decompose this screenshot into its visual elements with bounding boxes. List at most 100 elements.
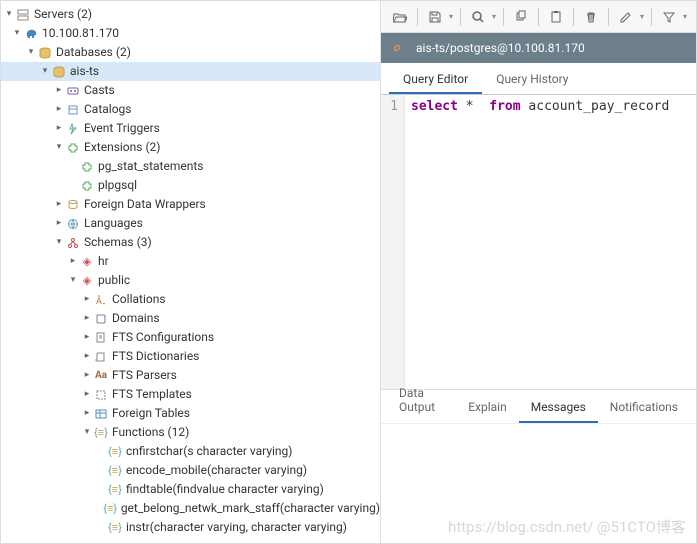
code-area[interactable]: select * from account_pay_record <box>405 95 696 389</box>
chevron-down-icon: ▾ <box>11 24 23 43</box>
tree-label: Foreign Tables <box>112 404 190 423</box>
edit-button[interactable] <box>613 5 639 29</box>
connection-bar[interactable]: ais-ts/postgres@10.100.81.170 <box>381 33 696 63</box>
filter-button[interactable] <box>656 5 682 29</box>
chevron-right-icon: ▸ <box>81 309 93 328</box>
tree-node-server[interactable]: ▾ 10.100.81.170 <box>1 24 380 43</box>
tree-node-ext-item[interactable]: pg_stat_statements <box>1 157 380 176</box>
find-dropdown[interactable]: ▾ <box>489 5 499 29</box>
code-text: * <box>458 99 481 114</box>
tree-node-db[interactable]: ▾ ais-ts <box>1 62 380 81</box>
tree-node-databases[interactable]: ▾ Databases (2) <box>1 43 380 62</box>
save-button[interactable] <box>422 5 448 29</box>
database-icon <box>37 45 53 61</box>
chevron-down-icon: ▾ <box>53 233 65 252</box>
chevron-right-icon: ▸ <box>81 290 93 309</box>
delete-button[interactable] <box>578 5 604 29</box>
schemas-icon <box>65 235 81 251</box>
tree-label: plpgsql <box>98 176 137 195</box>
tab-data-output[interactable]: Data Output <box>387 378 456 423</box>
tree-label: Casts <box>84 81 115 100</box>
tree-node-languages[interactable]: ▸ Languages <box>1 214 380 233</box>
filter-dropdown[interactable]: ▾ <box>680 5 690 29</box>
chevron-right-icon: ▸ <box>53 119 65 138</box>
tree-node-function-item[interactable]: {≡} get_belong_netwk_mark_staff(characte… <box>1 499 380 518</box>
tab-query-editor[interactable]: Query Editor <box>389 65 482 94</box>
extension-icon <box>79 178 95 194</box>
tree-node-function-item[interactable]: {≡} encode_mobile(character varying) <box>1 461 380 480</box>
function-icon: {≡} <box>107 463 123 479</box>
tree-node-function-item[interactable]: {≡} instr(character varying, character v… <box>1 518 380 537</box>
chevron-right-icon: ▸ <box>53 195 65 214</box>
chevron-right-icon: ▸ <box>81 385 93 404</box>
open-file-button[interactable] <box>387 5 413 29</box>
tree-label: ais-ts <box>70 62 99 81</box>
tree-node-fts-templates[interactable]: ▸ FTS Templates <box>1 385 380 404</box>
extension-icon <box>79 159 95 175</box>
paste-button[interactable] <box>543 5 569 29</box>
schema-icon: ◈ <box>79 273 95 289</box>
chevron-down-icon: ▾ <box>3 5 15 24</box>
tree-node-event-triggers[interactable]: ▸ Event Triggers <box>1 119 380 138</box>
object-browser[interactable]: ▾ Servers (2) ▾ 10.100.81.170 ▾ Database… <box>1 1 381 543</box>
tree-label: cnfirstchar(s character varying) <box>126 442 292 461</box>
fts-config-icon <box>93 330 109 346</box>
tree-node-function-item[interactable]: {≡} findtable(findvalue character varyin… <box>1 480 380 499</box>
edit-dropdown[interactable]: ▾ <box>637 5 647 29</box>
tree-label: FTS Dictionaries <box>112 347 199 366</box>
tab-explain[interactable]: Explain <box>456 392 519 423</box>
tree-node-function-item[interactable]: {≡} cnfirstchar(s character varying) <box>1 442 380 461</box>
fdw-icon <box>65 197 81 213</box>
tree-node-ext-item[interactable]: plpgsql <box>1 176 380 195</box>
database-icon <box>51 64 67 80</box>
separator <box>417 8 418 26</box>
tree-node-fdw[interactable]: ▸ Foreign Data Wrappers <box>1 195 380 214</box>
sql-editor[interactable]: 1 select * from account_pay_record <box>381 95 696 389</box>
find-button[interactable] <box>465 5 491 29</box>
separator <box>503 8 504 26</box>
chevron-down-icon: ▾ <box>25 43 37 62</box>
extensions-icon <box>65 140 81 156</box>
tree-node-fts-parsers[interactable]: ▸ Aa FTS Parsers <box>1 366 380 385</box>
fts-parsers-icon: Aa <box>93 368 109 384</box>
servers-icon <box>15 7 31 23</box>
tree-label: Domains <box>112 309 160 328</box>
tree-node-schemas[interactable]: ▾ Schemas (3) <box>1 233 380 252</box>
chevron-right-icon: ▸ <box>53 81 65 100</box>
tree-label: encode_mobile(character varying) <box>126 461 307 480</box>
tree-node-catalogs[interactable]: ▸ Catalogs <box>1 100 380 119</box>
output-tabs: Data Output Explain Messages Notificatio… <box>381 389 696 423</box>
fts-templates-icon <box>93 387 109 403</box>
tree-label: Languages <box>84 214 143 233</box>
tree-node-extensions[interactable]: ▾ Extensions (2) <box>1 138 380 157</box>
chevron-right-icon: ▸ <box>81 328 93 347</box>
tree-node-fts-conf[interactable]: ▸ FTS Configurations <box>1 328 380 347</box>
tree-node-casts[interactable]: ▸ Casts <box>1 81 380 100</box>
function-icon: {≡} <box>107 482 123 498</box>
tree-label: Servers (2) <box>34 5 92 24</box>
tab-messages[interactable]: Messages <box>519 392 598 423</box>
chevron-down-icon: ▾ <box>81 423 93 442</box>
tree-node-foreign-tables[interactable]: ▸ Foreign Tables <box>1 404 380 423</box>
tab-query-history[interactable]: Query History <box>482 65 582 94</box>
chevron-right-icon: ▸ <box>81 404 93 423</box>
separator <box>538 8 539 26</box>
save-dropdown[interactable]: ▾ <box>446 5 456 29</box>
copy-button[interactable] <box>508 5 534 29</box>
tree-node-schema-public[interactable]: ▾ ◈ public <box>1 271 380 290</box>
separator <box>573 8 574 26</box>
tree-label: findtable(findvalue character varying) <box>126 480 324 499</box>
tree-node-fts-dict[interactable]: ▸ FTS Dictionaries <box>1 347 380 366</box>
tree-node-servers[interactable]: ▾ Servers (2) <box>1 5 380 24</box>
separator <box>651 8 652 26</box>
tree-label: instr(character varying, character varyi… <box>126 518 347 537</box>
tree-node-functions[interactable]: ▾ {≡} Functions (12) <box>1 423 380 442</box>
tree-node-domains[interactable]: ▸ Domains <box>1 309 380 328</box>
tab-notifications[interactable]: Notifications <box>598 392 690 423</box>
foreign-tables-icon <box>93 406 109 422</box>
tree-label: FTS Configurations <box>112 328 214 347</box>
tree-node-collations[interactable]: ▸ Å Collations <box>1 290 380 309</box>
casts-icon <box>65 83 81 99</box>
function-icon: {≡} <box>107 444 123 460</box>
tree-node-schema-hr[interactable]: ▸ ◈ hr <box>1 252 380 271</box>
